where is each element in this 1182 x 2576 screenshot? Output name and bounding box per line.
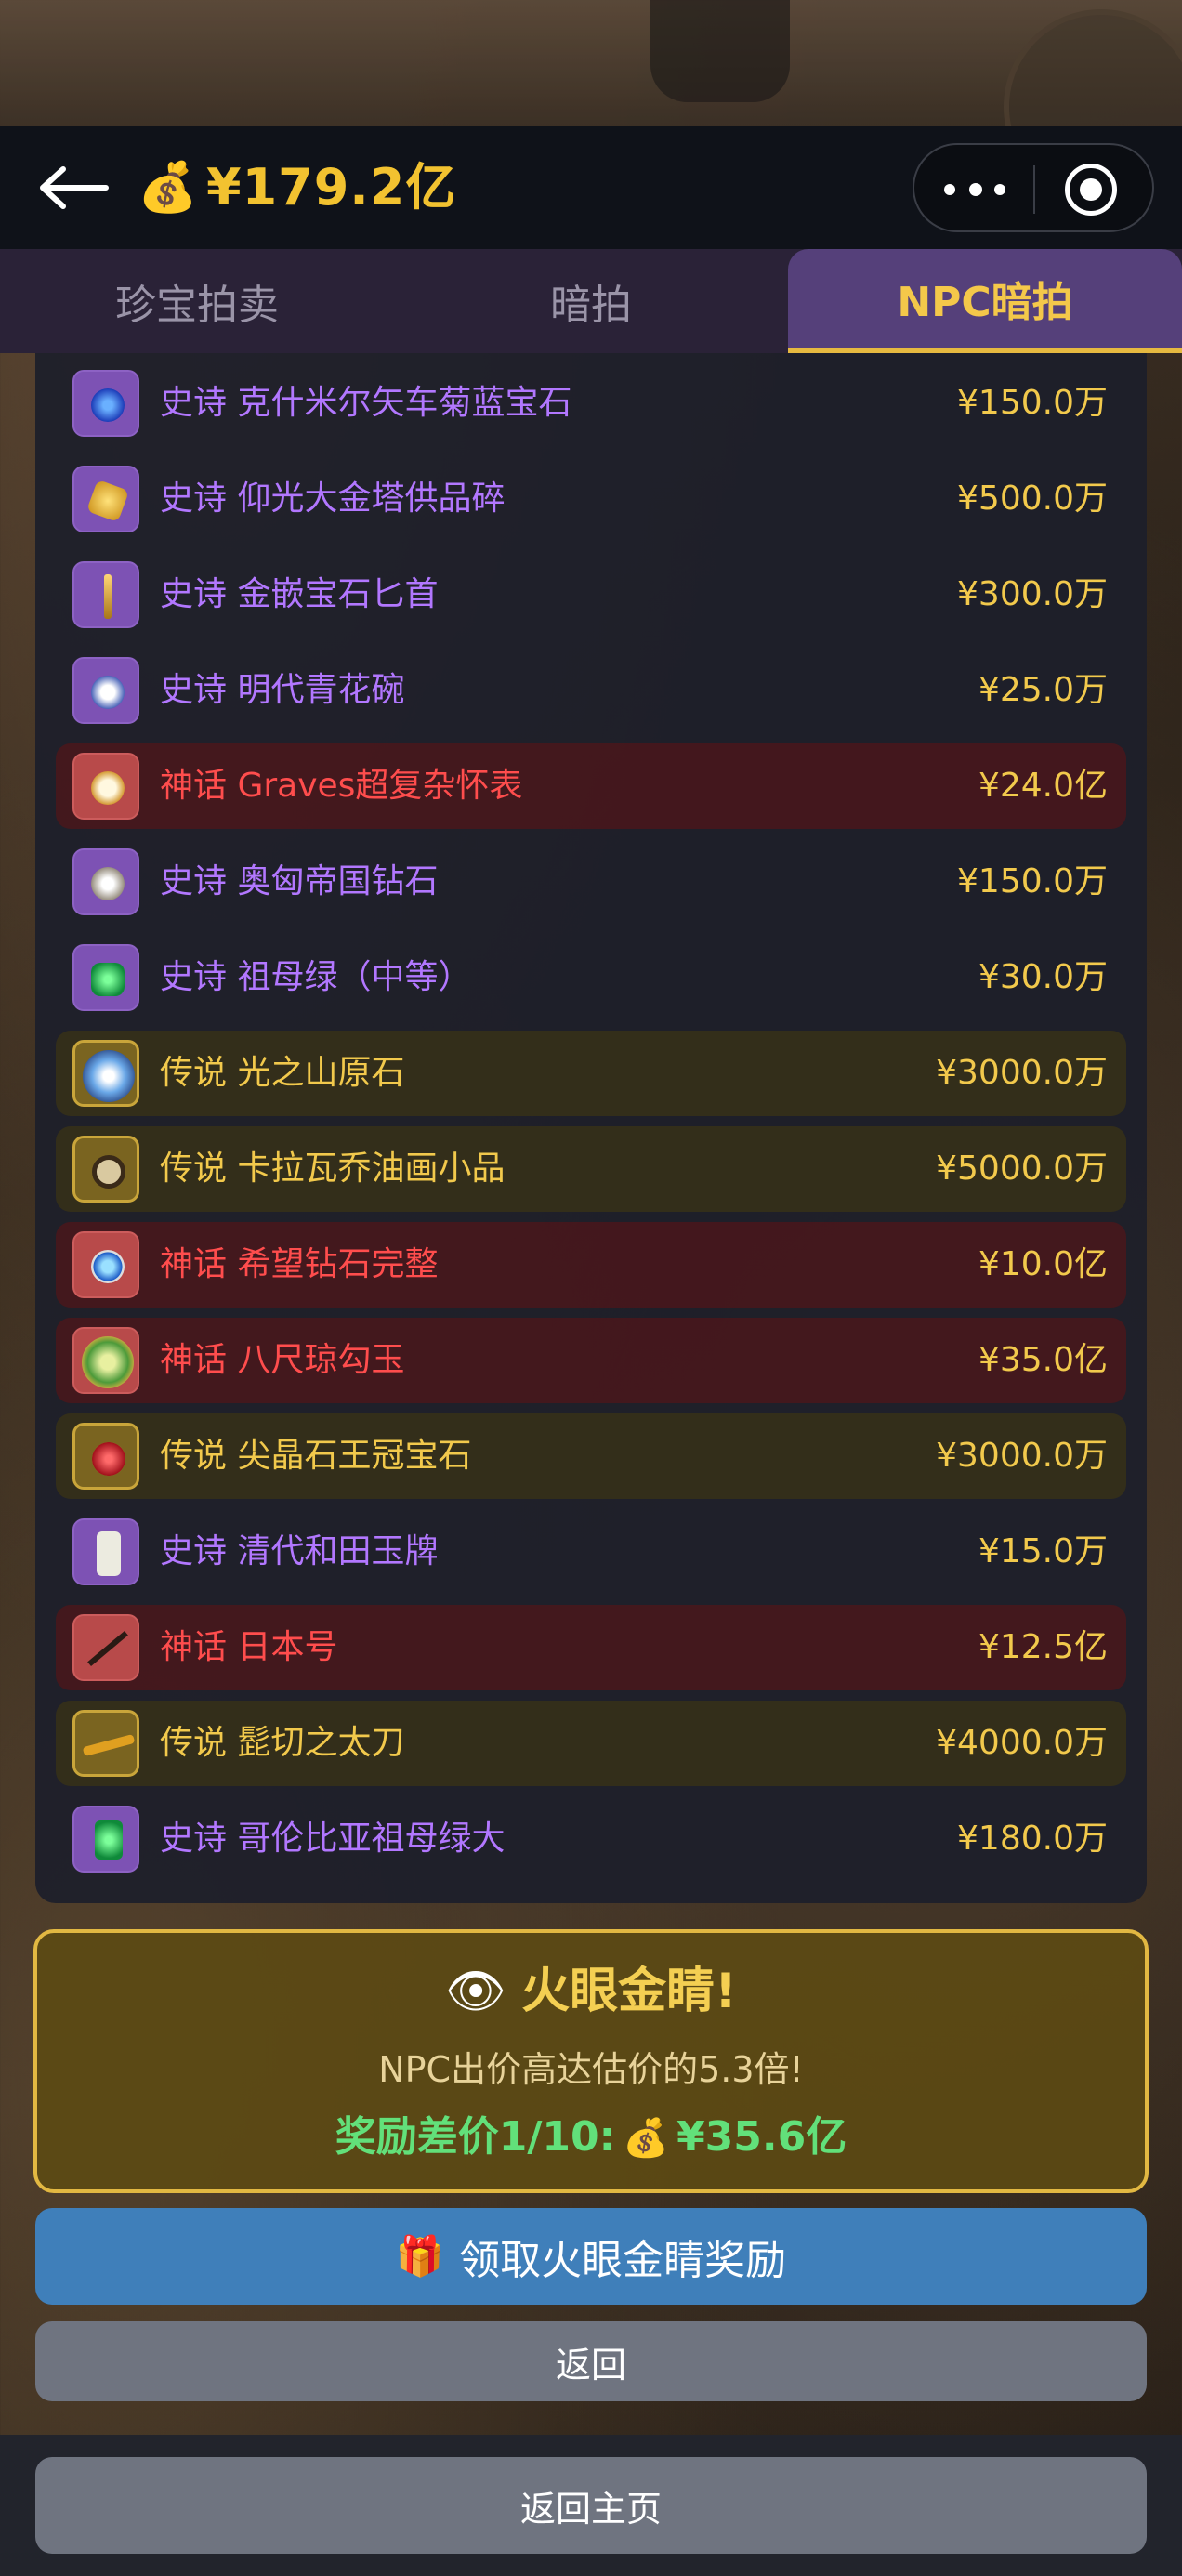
reward-title: 👁 火眼金睛! [37, 1961, 1145, 2022]
item-name: 史诗 奥匈帝国钻石 [160, 862, 439, 900]
item-name: 神话 Graves超复杂怀表 [160, 767, 523, 805]
item-name: 史诗 金嵌宝石匕首 [160, 575, 439, 613]
money-bag-icon: 💰 [138, 160, 198, 216]
list-item[interactable]: 史诗 哥伦比亚祖母绿大 ¥180.0万 [56, 1796, 1126, 1882]
reward-amount-value: ¥35.6亿 [676, 2113, 847, 2161]
item-list: 史诗 克什米尔矢车菊蓝宝石 ¥150.0万 史诗 仰光大金塔供品碎 ¥500.0… [35, 353, 1147, 1903]
mini-program-capsule [913, 143, 1154, 232]
diamond-icon [72, 848, 139, 915]
list-item[interactable]: 传说 卡拉瓦乔油画小品 ¥5000.0万 [56, 1126, 1126, 1212]
list-item[interactable]: 神话 八尺琼勾玉 ¥35.0亿 [56, 1318, 1126, 1403]
bottom-bar: 返回主页 [0, 2435, 1182, 2576]
top-bar: 💰 ¥179.2亿 [0, 126, 1182, 249]
item-price: ¥150.0万 [957, 384, 1108, 422]
dagger-icon [72, 561, 139, 628]
item-price: ¥15.0万 [978, 1532, 1108, 1571]
list-item[interactable]: 史诗 仰光大金塔供品碎 ¥500.0万 [56, 456, 1126, 542]
item-price: ¥24.0亿 [978, 767, 1108, 805]
item-price: ¥500.0万 [957, 480, 1108, 518]
eye-icon: 👁 [445, 1964, 507, 2019]
list-item[interactable]: 史诗 克什米尔矢车菊蓝宝石 ¥150.0万 [56, 361, 1126, 446]
emerald-large-icon [72, 1806, 139, 1873]
emerald-icon [72, 944, 139, 1011]
item-name: 史诗 明代青花碗 [160, 671, 405, 709]
tab-bar: 珍宝拍卖 暗拍 NPC暗拍 [0, 249, 1182, 353]
item-price: ¥30.0万 [978, 958, 1108, 996]
return-home-button[interactable]: 返回主页 [35, 2457, 1147, 2554]
item-name: 传说 尖晶石王冠宝石 [160, 1437, 472, 1475]
list-item[interactable]: 神话 日本号 ¥12.5亿 [56, 1605, 1126, 1690]
spear-icon [72, 1614, 139, 1681]
back-arrow-icon[interactable] [37, 162, 112, 214]
item-name: 神话 希望钻石完整 [160, 1245, 439, 1283]
list-item[interactable]: 传说 髭切之太刀 ¥4000.0万 [56, 1701, 1126, 1786]
list-item[interactable]: 神话 Graves超复杂怀表 ¥24.0亿 [56, 743, 1126, 829]
list-item[interactable]: 史诗 清代和田玉牌 ¥15.0万 [56, 1509, 1126, 1595]
list-item[interactable]: 神话 希望钻石完整 ¥10.0亿 [56, 1222, 1126, 1308]
item-name: 传说 髭切之太刀 [160, 1724, 405, 1762]
item-price: ¥150.0万 [957, 862, 1108, 900]
tab-treasure-auction[interactable]: 珍宝拍卖 [0, 249, 394, 353]
return-button[interactable]: 返回 [35, 2321, 1147, 2401]
reward-description: NPC出价高达估价的5.3倍! [378, 2049, 804, 2090]
list-item[interactable]: 史诗 明代青花碗 ¥25.0万 [56, 648, 1126, 733]
balance-amount: ¥179.2亿 [206, 158, 457, 217]
item-price: ¥25.0万 [978, 671, 1108, 709]
tab-npc-blind-auction[interactable]: NPC暗拍 [788, 249, 1182, 353]
tachi-sword-icon [72, 1710, 139, 1777]
list-item[interactable]: 史诗 金嵌宝石匕首 ¥300.0万 [56, 552, 1126, 637]
item-name: 史诗 清代和田玉牌 [160, 1532, 439, 1571]
reward-amount-label: 奖励差价1/10: [335, 2113, 616, 2161]
spinel-icon [72, 1423, 139, 1490]
close-target-icon[interactable] [1065, 164, 1117, 216]
capsule-divider [1033, 165, 1035, 214]
item-name: 史诗 哥伦比亚祖母绿大 [160, 1820, 506, 1858]
jade-tablet-icon [72, 1518, 139, 1585]
list-item[interactable]: 传说 光之山原石 ¥3000.0万 [56, 1031, 1126, 1116]
ink-bottle-decoration [650, 0, 790, 102]
gift-icon: 🎁 [395, 2233, 445, 2279]
koh-i-noor-icon [72, 1040, 139, 1107]
money-bag-icon: 💰 [623, 2117, 670, 2160]
item-name: 神话 日本号 [160, 1628, 338, 1666]
painting-icon [72, 1136, 139, 1203]
hope-diamond-icon [72, 1231, 139, 1298]
more-options-icon[interactable] [944, 173, 1005, 206]
list-item[interactable]: 传说 尖晶石王冠宝石 ¥3000.0万 [56, 1413, 1126, 1499]
item-price: ¥12.5亿 [978, 1628, 1108, 1666]
item-name: 史诗 克什米尔矢车菊蓝宝石 [160, 384, 572, 422]
pocket-watch-icon [72, 753, 139, 820]
list-item[interactable]: 史诗 奥匈帝国钻石 ¥150.0万 [56, 839, 1126, 925]
item-name: 传说 卡拉瓦乔油画小品 [160, 1150, 506, 1188]
item-price: ¥3000.0万 [936, 1437, 1108, 1475]
gold-fragment-icon [72, 466, 139, 532]
item-name: 传说 光之山原石 [160, 1054, 405, 1092]
item-name: 史诗 仰光大金塔供品碎 [160, 480, 506, 518]
item-name: 史诗 祖母绿（中等） [160, 958, 472, 996]
sapphire-icon [72, 370, 139, 437]
claim-reward-button[interactable]: 🎁 领取火眼金睛奖励 [35, 2208, 1147, 2305]
item-price: ¥3000.0万 [936, 1054, 1108, 1092]
item-name: 神话 八尺琼勾玉 [160, 1341, 405, 1379]
app-root: 💰 ¥179.2亿 珍宝拍卖 暗拍 NPC暗拍 史诗 克什米尔矢车菊蓝宝石 ¥1… [0, 0, 1182, 2576]
tab-blind-auction[interactable]: 暗拍 [394, 249, 788, 353]
reward-amount: 奖励差价1/10: 💰 ¥35.6亿 [37, 2109, 1145, 2166]
list-item[interactable]: 史诗 祖母绿（中等） ¥30.0万 [56, 935, 1126, 1020]
item-price: ¥300.0万 [957, 575, 1108, 613]
reward-title-text: 火眼金睛! [521, 1964, 737, 2019]
background-decoration [0, 0, 1182, 204]
item-price: ¥4000.0万 [936, 1724, 1108, 1762]
magatama-icon [72, 1327, 139, 1394]
porcelain-bowl-icon [72, 657, 139, 724]
item-price: ¥5000.0万 [936, 1150, 1108, 1188]
reward-panel: 👁 火眼金睛! NPC出价高达估价的5.3倍! 奖励差价1/10: 💰 ¥35.6亿 [33, 1929, 1149, 2193]
item-price: ¥180.0万 [957, 1820, 1108, 1858]
item-price: ¥10.0亿 [978, 1245, 1108, 1283]
claim-reward-label: 领取火眼金睛奖励 [459, 2237, 787, 2284]
item-price: ¥35.0亿 [978, 1341, 1108, 1379]
